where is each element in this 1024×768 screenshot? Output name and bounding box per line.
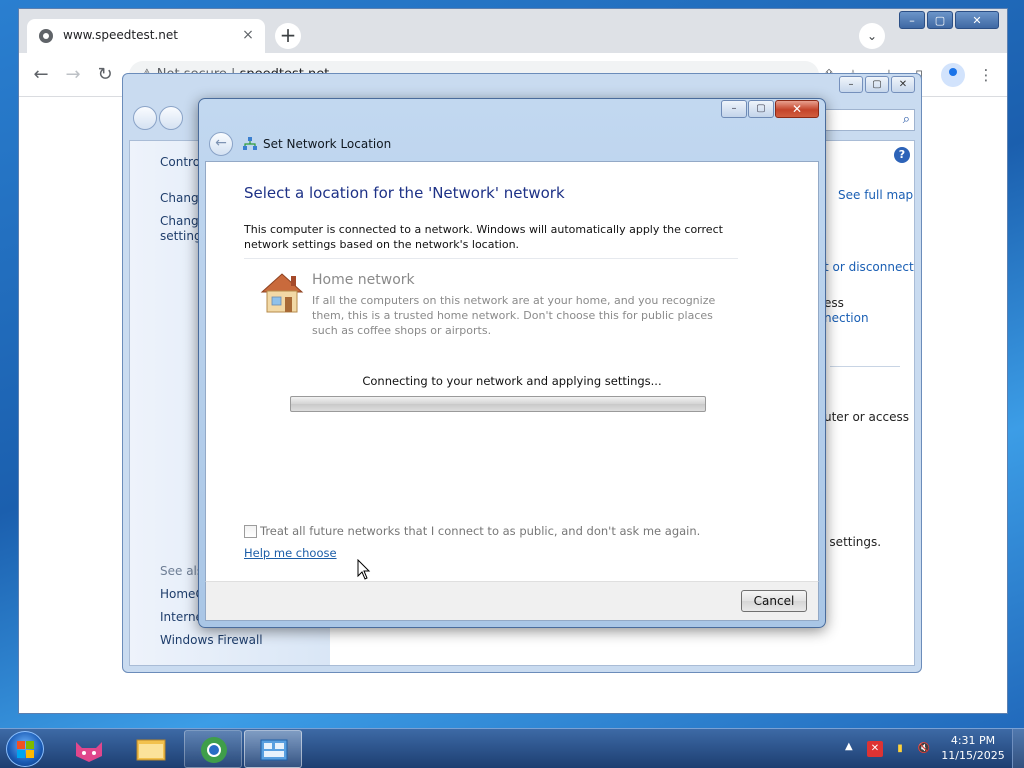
connect-disconnect-link[interactable]: t or disconnect bbox=[824, 260, 914, 274]
explorer-close-button[interactable]: ✕ bbox=[891, 76, 915, 93]
tab-strip: www.speedtest.net × + ⌄ – ▢ ✕ bbox=[19, 9, 1007, 53]
help-me-choose-link[interactable]: Help me choose bbox=[244, 546, 337, 560]
action-center-flag-icon[interactable]: ✕ bbox=[867, 741, 883, 757]
minimize-button[interactable]: – bbox=[899, 11, 925, 29]
forward-arrow-icon[interactable]: → bbox=[61, 63, 85, 87]
search-icon: ⌕ bbox=[902, 112, 910, 127]
access-text: ess bbox=[824, 296, 844, 310]
taskbar-app-control-panel[interactable] bbox=[244, 730, 302, 768]
browser-window-controls: – ▢ ✕ bbox=[897, 11, 999, 29]
windows-logo-pane bbox=[26, 741, 34, 749]
explorer-back-icon[interactable] bbox=[133, 106, 157, 130]
dialog-minimize-button[interactable]: – bbox=[721, 100, 747, 118]
tab-close-icon[interactable]: × bbox=[239, 26, 257, 44]
settings-text: g settings. bbox=[818, 535, 882, 549]
section-divider bbox=[830, 366, 900, 367]
start-button[interactable] bbox=[6, 731, 44, 767]
taskbar-app-explorer[interactable] bbox=[122, 730, 180, 768]
clock-time: 4:31 PM bbox=[950, 734, 996, 747]
windows-logo-pane bbox=[17, 750, 25, 758]
network-icon bbox=[243, 137, 257, 150]
set-network-location-dialog: – ▢ ✕ ← Set Network Location Select a lo… bbox=[198, 98, 826, 628]
taskbar-app-chrome[interactable] bbox=[184, 730, 242, 768]
dialog-heading: Select a location for the 'Network' netw… bbox=[244, 184, 565, 202]
divider bbox=[244, 258, 738, 259]
mouse-cursor-icon bbox=[357, 559, 371, 580]
home-network-icon bbox=[260, 273, 304, 313]
dialog-content: Select a location for the 'Network' netw… bbox=[205, 161, 819, 581]
computer-access-text: uter or access bbox=[824, 410, 909, 424]
explorer-nav-buttons bbox=[133, 106, 187, 134]
volume-muted-icon[interactable]: 🔇 bbox=[916, 741, 932, 757]
show-hidden-icons-icon[interactable]: ▲ bbox=[845, 741, 853, 752]
clock-date: 11/15/2025 bbox=[941, 749, 1005, 762]
tab-title: www.speedtest.net bbox=[63, 28, 178, 42]
explorer-forward-icon[interactable] bbox=[159, 106, 183, 130]
dialog-window-controls: – ▢ ✕ bbox=[720, 100, 819, 118]
help-icon[interactable]: ? bbox=[894, 147, 910, 163]
globe-icon bbox=[39, 29, 53, 43]
dialog-footer: Cancel bbox=[205, 581, 819, 621]
windows-logo-pane bbox=[26, 750, 34, 758]
folder-icon bbox=[136, 739, 166, 761]
taskbar-app-cat[interactable] bbox=[60, 730, 118, 768]
show-desktop-button[interactable] bbox=[1012, 729, 1024, 768]
network-status-icon[interactable]: ▮ bbox=[892, 741, 908, 757]
browser-tab[interactable]: www.speedtest.net × bbox=[27, 19, 265, 53]
back-arrow-icon[interactable]: ← bbox=[29, 63, 53, 87]
dialog-intro-text: This computer is connected to a network.… bbox=[244, 223, 723, 251]
control-panel-icon bbox=[260, 739, 288, 761]
connection-link[interactable]: nection bbox=[824, 311, 869, 325]
taskbar: ▲ ✕ ▮ 🔇 4:31 PM 11/15/2025 bbox=[0, 728, 1024, 768]
dialog-maximize-button[interactable]: ▢ bbox=[748, 100, 774, 118]
reload-icon[interactable]: ↻ bbox=[93, 63, 117, 87]
public-networks-checkbox-label[interactable]: Treat all future networks that I connect… bbox=[260, 524, 700, 538]
dialog-title: Set Network Location bbox=[263, 137, 392, 151]
dialog-close-button[interactable]: ✕ bbox=[775, 100, 819, 118]
cat-app-icon bbox=[76, 742, 102, 762]
home-network-option-title: Home network bbox=[312, 272, 415, 288]
close-button[interactable]: ✕ bbox=[955, 11, 999, 29]
new-tab-button[interactable]: + bbox=[275, 23, 301, 49]
see-full-map-link[interactable]: See full map bbox=[838, 188, 913, 202]
explorer-search-input[interactable]: ⌕ bbox=[815, 109, 915, 131]
windows-logo-icon bbox=[17, 741, 25, 749]
see-also-windows-firewall[interactable]: Windows Firewall bbox=[160, 633, 263, 647]
browser-globe-icon bbox=[201, 737, 227, 763]
left-link-control[interactable]: Control bbox=[160, 155, 203, 169]
cancel-button[interactable]: Cancel bbox=[741, 590, 807, 612]
home-network-option-description: If all the computers on this network are… bbox=[312, 294, 716, 337]
explorer-window-controls: – ▢ ✕ bbox=[837, 76, 915, 93]
dialog-glass-reflection bbox=[207, 109, 627, 129]
profile-avatar[interactable] bbox=[941, 63, 965, 87]
progress-bar bbox=[290, 396, 706, 412]
progress-status-text: Connecting to your network and applying … bbox=[362, 374, 662, 388]
dialog-back-icon[interactable]: ← bbox=[209, 132, 233, 156]
explorer-maximize-button[interactable]: ▢ bbox=[865, 76, 889, 93]
explorer-minimize-button[interactable]: – bbox=[839, 76, 863, 93]
tab-search-chevron-icon[interactable]: ⌄ bbox=[859, 23, 885, 49]
public-networks-checkbox[interactable] bbox=[244, 525, 257, 538]
clock[interactable]: 4:31 PM 11/15/2025 bbox=[940, 733, 1006, 763]
maximize-button[interactable]: ▢ bbox=[927, 11, 953, 29]
menu-dots-icon[interactable]: ⋮ bbox=[974, 63, 998, 87]
